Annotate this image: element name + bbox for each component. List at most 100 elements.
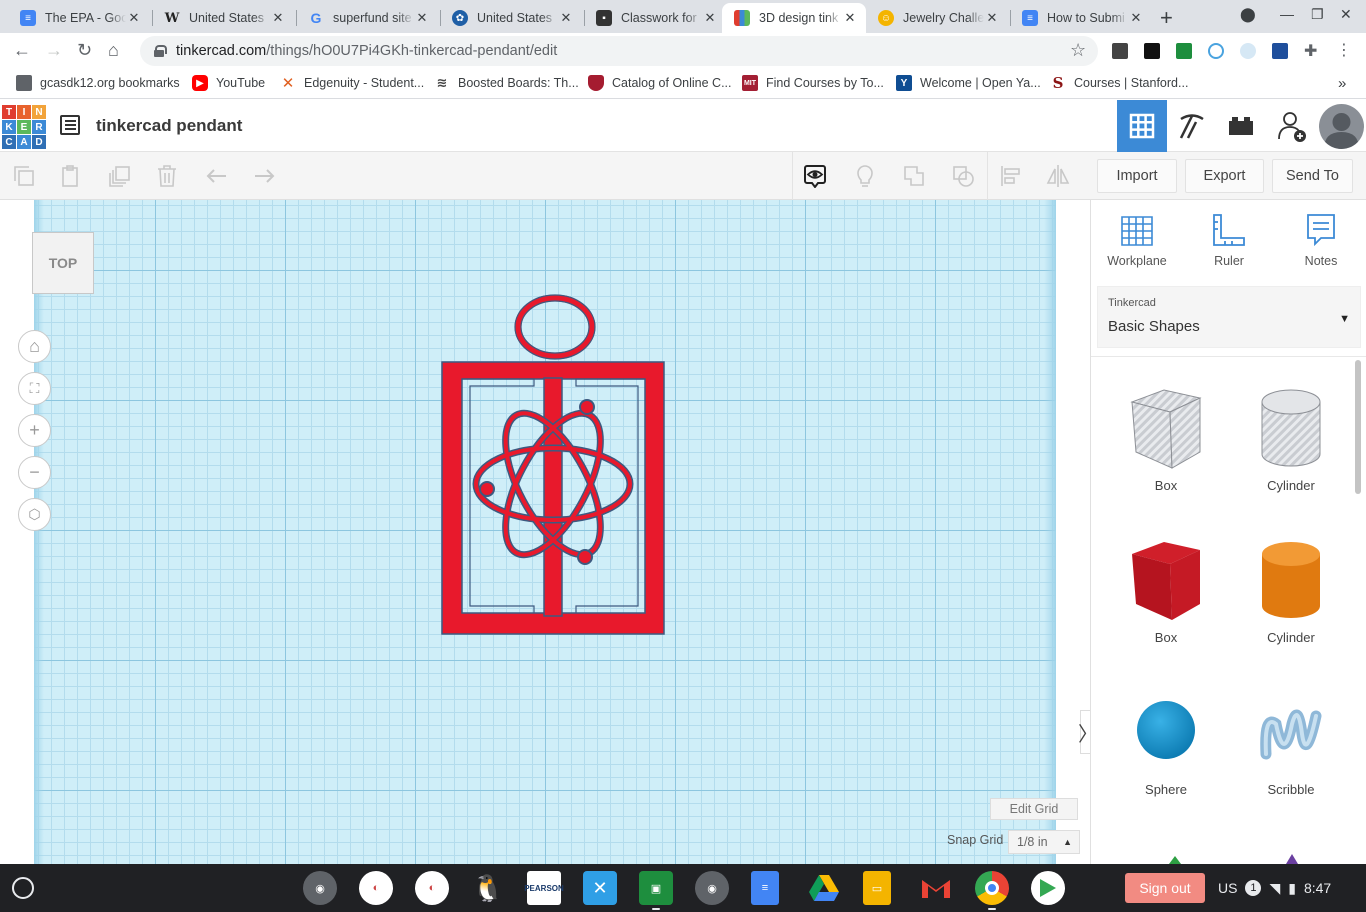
- edit-grid-button[interactable]: Edit Grid: [990, 798, 1078, 820]
- zoom-out-icon[interactable]: −: [18, 456, 51, 489]
- pickaxe-icon[interactable]: [1167, 100, 1217, 152]
- shape-library-select[interactable]: Tinkercad Basic Shapes ▼: [1097, 286, 1361, 348]
- chrome-menu-icon[interactable]: ⋮: [1336, 40, 1352, 59]
- export-button[interactable]: Export: [1185, 159, 1264, 193]
- close-tab-icon[interactable]: ✕: [126, 10, 142, 26]
- close-window-icon[interactable]: ✕: [1340, 6, 1352, 23]
- lightbulb-icon[interactable]: [853, 164, 877, 188]
- workplane-tool[interactable]: Workplane: [1095, 212, 1179, 268]
- minimize-icon[interactable]: —: [1280, 6, 1294, 22]
- redo-icon[interactable]: [252, 164, 276, 188]
- gmail-icon[interactable]: [919, 871, 953, 905]
- google-docs-app-icon[interactable]: ≡: [751, 871, 779, 905]
- panel-scrollbar[interactable]: [1355, 360, 1361, 494]
- home-view-icon[interactable]: ⌂: [18, 330, 51, 363]
- fit-view-icon[interactable]: ⛶: [18, 372, 51, 405]
- copy-icon[interactable]: [12, 164, 36, 188]
- shape-scribble[interactable]: Scribble: [1236, 694, 1346, 797]
- notes-tool[interactable]: Notes: [1279, 212, 1363, 268]
- close-tab-icon[interactable]: ✕: [842, 10, 858, 26]
- back-icon[interactable]: ←: [13, 40, 31, 61]
- restore-icon[interactable]: ❐: [1311, 6, 1324, 23]
- close-tab-icon[interactable]: ✕: [414, 10, 430, 26]
- bookmark-edgenuity[interactable]: ✕ Edgenuity - Student...: [280, 75, 425, 92]
- extension-qr-icon[interactable]: [1112, 43, 1128, 59]
- send-to-button[interactable]: Send To: [1272, 159, 1353, 193]
- sign-out-button[interactable]: Sign out: [1125, 873, 1205, 903]
- extension-qr2-icon[interactable]: [1144, 43, 1160, 59]
- tab-search-icon[interactable]: ⬤: [1240, 6, 1256, 23]
- collapse-panel-icon[interactable]: 〉: [1078, 710, 1090, 754]
- bookmark-yale[interactable]: Y Welcome | Open Ya...: [896, 75, 1041, 91]
- delete-icon[interactable]: [155, 164, 179, 188]
- design-list-icon[interactable]: [60, 115, 80, 135]
- chrome-app-icon[interactable]: ◐: [359, 871, 393, 905]
- shape-cylinder-hole[interactable]: Cylinder: [1236, 384, 1346, 493]
- bookmark-boosted[interactable]: ≋ Boosted Boards: Th...: [434, 75, 579, 91]
- tab-how-to-submit[interactable]: ≡ How to Submi ✕: [1010, 3, 1152, 33]
- bookmark-folder[interactable]: gcasdk12.org bookmarks: [16, 75, 180, 91]
- bookmark-harvard[interactable]: Catalog of Online C...: [588, 75, 732, 91]
- tab-epa-doc[interactable]: ≡ The EPA - Goo ✕: [8, 3, 150, 33]
- tab-google-search[interactable]: G superfund site ✕: [296, 3, 438, 33]
- avatar[interactable]: [1319, 104, 1364, 149]
- camera-app-icon[interactable]: ◉: [695, 871, 729, 905]
- tab-epa-site[interactable]: ✿ United States ✕: [440, 3, 582, 33]
- app-x-icon[interactable]: ✕: [583, 871, 617, 905]
- workplane-viewport[interactable]: TOP ⌂ ⛶ + − ⬡ Edit Grid Snap Grid 1/8 in…: [0, 200, 1090, 864]
- bookmark-mit[interactable]: MIT Find Courses by To...: [742, 75, 884, 91]
- classroom-app-icon[interactable]: ▣: [639, 871, 673, 905]
- forward-icon[interactable]: →: [45, 40, 63, 61]
- new-tab-icon[interactable]: +: [1160, 5, 1173, 31]
- pearson-testnav-icon[interactable]: PEARSON: [524, 871, 564, 905]
- pendant-model[interactable]: [430, 286, 680, 652]
- design-title[interactable]: tinkercad pendant: [96, 116, 242, 136]
- launcher-icon[interactable]: [12, 877, 34, 899]
- google-drive-icon[interactable]: [807, 871, 841, 905]
- bookmark-star-icon[interactable]: ☆: [1070, 40, 1086, 61]
- status-tray[interactable]: US 1 ◥ ▮ 8:47: [1218, 871, 1366, 905]
- mirror-icon[interactable]: [1046, 164, 1070, 188]
- align-icon[interactable]: [999, 164, 1023, 188]
- view-cube[interactable]: TOP: [32, 232, 94, 294]
- play-store-icon[interactable]: [1031, 871, 1065, 905]
- close-tab-icon[interactable]: ✕: [1128, 10, 1144, 26]
- shape-box-hole[interactable]: Box: [1111, 384, 1221, 493]
- zoom-in-icon[interactable]: +: [18, 414, 51, 447]
- add-user-icon[interactable]: [1267, 100, 1317, 152]
- extension-circle-icon[interactable]: [1208, 43, 1224, 59]
- bookmark-youtube[interactable]: ▶ YouTube: [192, 75, 265, 91]
- more-bookmarks-icon[interactable]: »: [1338, 75, 1346, 92]
- shape-sphere[interactable]: Sphere: [1111, 694, 1221, 797]
- undo-icon[interactable]: [205, 164, 229, 188]
- tab-wikipedia[interactable]: W United States ✕: [152, 3, 294, 33]
- chrome-browser-icon[interactable]: [975, 871, 1009, 905]
- 3d-design-grid-icon[interactable]: [1117, 100, 1167, 152]
- chrome-app-icon[interactable]: ◐: [415, 871, 449, 905]
- bookmark-stanford[interactable]: S Courses | Stanford...: [1050, 74, 1189, 92]
- extension-cloud-icon[interactable]: [1240, 43, 1256, 59]
- duplicate-icon[interactable]: [108, 164, 132, 188]
- snap-grid-select[interactable]: 1/8 in ▲: [1008, 830, 1080, 854]
- camera-app-icon[interactable]: ◉: [303, 871, 337, 905]
- google-slides-icon[interactable]: ▭: [863, 871, 891, 905]
- close-tab-icon[interactable]: ✕: [984, 10, 1000, 26]
- extension-sheets-icon[interactable]: [1176, 43, 1192, 59]
- home-icon[interactable]: ⌂: [108, 40, 119, 61]
- ungroup-icon[interactable]: [951, 164, 975, 188]
- paste-icon[interactable]: [58, 164, 82, 188]
- close-tab-icon[interactable]: ✕: [558, 10, 574, 26]
- address-bar[interactable]: tinkercad.com/things/hO0U7Pi4GKh-tinkerc…: [140, 36, 1098, 66]
- shape-box[interactable]: Box: [1111, 536, 1221, 645]
- extension-blue-icon[interactable]: [1272, 43, 1288, 59]
- close-tab-icon[interactable]: ✕: [270, 10, 286, 26]
- extensions-puzzle-icon[interactable]: ✚: [1304, 41, 1320, 60]
- tab-jewelry[interactable]: ☺ Jewelry Challe ✕: [866, 3, 1008, 33]
- ruler-tool[interactable]: Ruler: [1187, 212, 1271, 268]
- lego-brick-icon[interactable]: [1216, 100, 1266, 152]
- tab-tinkercad[interactable]: 3D design tink ✕: [722, 3, 866, 33]
- tab-classwork[interactable]: ▪ Classwork for ✕: [584, 3, 726, 33]
- group-icon[interactable]: [902, 164, 926, 188]
- reload-icon[interactable]: ↻: [77, 40, 92, 61]
- close-tab-icon[interactable]: ✕: [702, 10, 718, 26]
